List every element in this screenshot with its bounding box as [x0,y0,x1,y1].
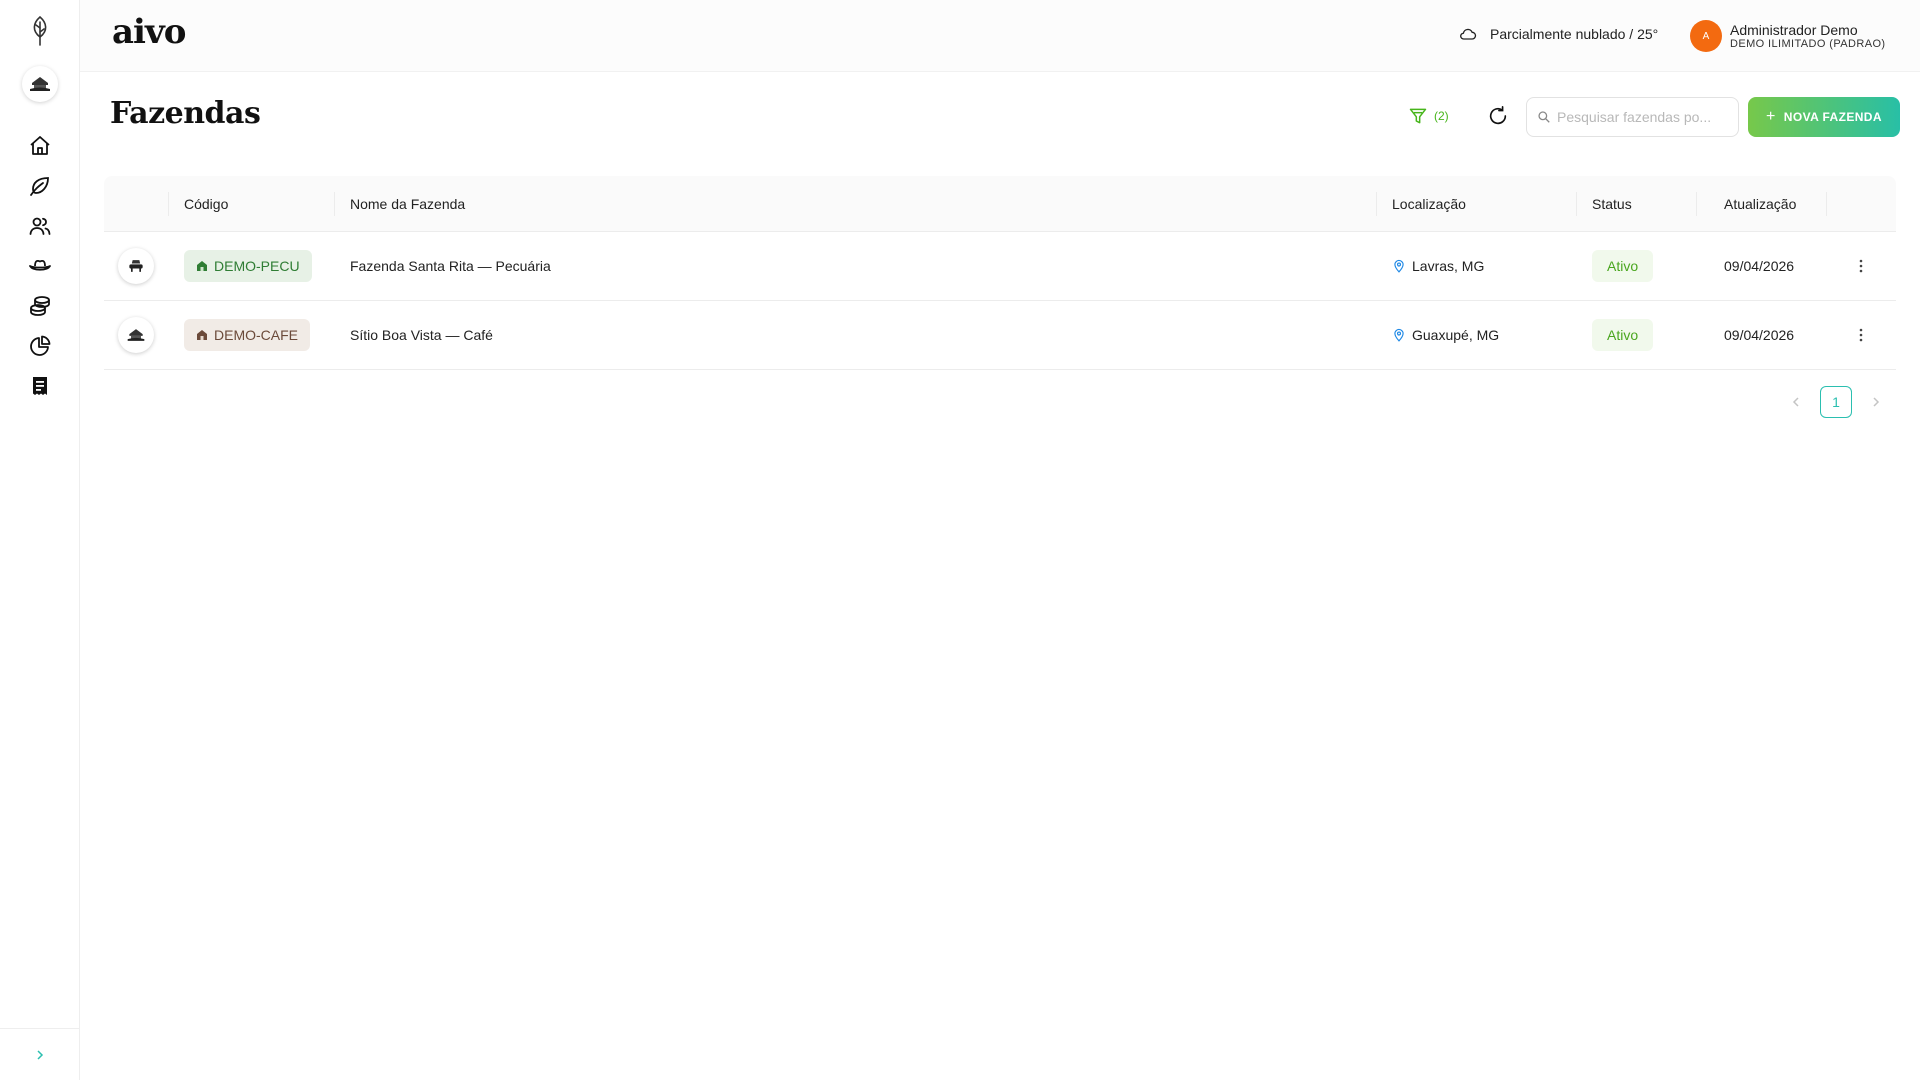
sidebar-item-documents[interactable] [0,366,80,406]
aivo-leaf-logo-icon[interactable] [24,14,56,48]
new-farm-button[interactable]: + NOVA FAZENDA [1748,97,1900,137]
weather-text: Parcialmente nublado / 25° [1490,26,1659,42]
search-input[interactable] [1557,109,1732,125]
farm-avatar [118,317,154,353]
filter-count: (2) [1434,109,1449,123]
user-organization: DEMO ILIMITADO (PADRAO) [1730,37,1886,50]
pagination: 1 [1784,386,1888,418]
filter-button[interactable]: (2) [1408,104,1449,128]
previous-page-button[interactable] [1784,386,1808,418]
cloud-icon [1460,28,1477,40]
farm-code: DEMO-PECU [214,258,300,274]
brand-logo[interactable]: aivo [112,12,186,52]
users-icon [29,217,51,235]
sidebar-item-reports[interactable] [0,326,80,366]
weather-widget: Parcialmente nublado / 25° [1458,24,1658,44]
row-actions-button[interactable] [1849,254,1873,278]
table-row[interactable]: DEMO-PECU Fazenda Santa Rita — Pecuária … [104,232,1896,301]
sidebar-expand-button[interactable] [0,1028,80,1080]
updated-date: 09/04/2026 [1724,258,1795,274]
filter-icon [1409,108,1427,124]
sidebar-item-home[interactable] [0,126,80,166]
status-badge: Ativo [1592,319,1654,351]
farm-selector-icon[interactable] [22,66,58,102]
page-number-button[interactable]: 1 [1820,386,1852,418]
farm-location: Guaxupé, MG [1412,327,1500,343]
pie-chart-icon [30,335,51,356]
updated-date: 09/04/2026 [1724,327,1795,343]
sidebar-nav [0,126,80,406]
page-title: Fazendas [110,96,261,131]
sidebar [0,0,80,1080]
refresh-icon [1489,106,1507,125]
farm-name: Sítio Boa Vista — Café [350,327,493,343]
farm-code: DEMO-CAFE [214,327,298,343]
column-header-name[interactable]: Nome da Fazenda [334,176,1376,232]
sidebar-item-livestock[interactable] [0,246,80,286]
cowboy-hat-icon [29,259,51,271]
sidebar-item-finance[interactable] [0,286,80,326]
chevron-right-icon [1873,397,1880,407]
farm-avatar [118,248,154,284]
farm-code-tag: DEMO-CAFE [184,319,310,351]
new-farm-label: NOVA FAZENDA [1783,110,1882,124]
farm-code-tag: DEMO-PECU [184,250,312,282]
search-box[interactable] [1526,97,1739,137]
row-actions-button[interactable] [1849,323,1873,347]
column-header-location[interactable]: Localização [1376,176,1576,232]
table-row[interactable]: DEMO-CAFE Sítio Boa Vista — Café Guaxupé… [104,301,1896,370]
search-icon [1538,111,1550,123]
chevron-right-icon [37,1049,44,1060]
top-bar: aivo Parcialmente nublado / 25° A Admini… [80,0,1920,72]
more-vertical-icon [1859,259,1863,273]
column-header-avatar [104,176,168,232]
cattle-farm-icon [129,260,143,272]
farms-table: Código Nome da Fazenda Localização Statu… [104,176,1896,370]
refresh-button[interactable] [1484,102,1512,130]
receipt-icon [33,377,47,395]
home-icon [30,136,50,155]
plus-icon: + [1766,108,1776,125]
column-header-code[interactable]: Código [168,176,334,232]
barn-icon [197,261,207,271]
more-vertical-icon [1859,328,1863,342]
user-name: Administrador Demo [1730,21,1858,38]
farm-name: Fazenda Santa Rita — Pecuária [350,258,551,274]
column-header-actions [1826,176,1896,232]
coins-icon [30,296,50,316]
coffee-farm-icon [127,329,145,341]
map-pin-icon [1394,328,1404,342]
barn-icon [197,330,207,340]
column-header-status[interactable]: Status [1576,176,1696,232]
sidebar-item-crops[interactable] [0,166,80,206]
user-menu[interactable]: A Administrador Demo DEMO ILIMITADO (PAD… [1690,20,1885,52]
status-badge: Ativo [1592,250,1654,282]
sidebar-item-people[interactable] [0,206,80,246]
farm-location: Lavras, MG [1412,258,1485,274]
column-header-updated[interactable]: Atualização [1696,176,1826,232]
leaf-icon [30,177,49,196]
map-pin-icon [1394,259,1404,273]
table-header: Código Nome da Fazenda Localização Statu… [104,176,1896,232]
chevron-left-icon [1792,397,1799,407]
user-avatar[interactable]: A [1690,20,1722,52]
next-page-button[interactable] [1864,386,1888,418]
